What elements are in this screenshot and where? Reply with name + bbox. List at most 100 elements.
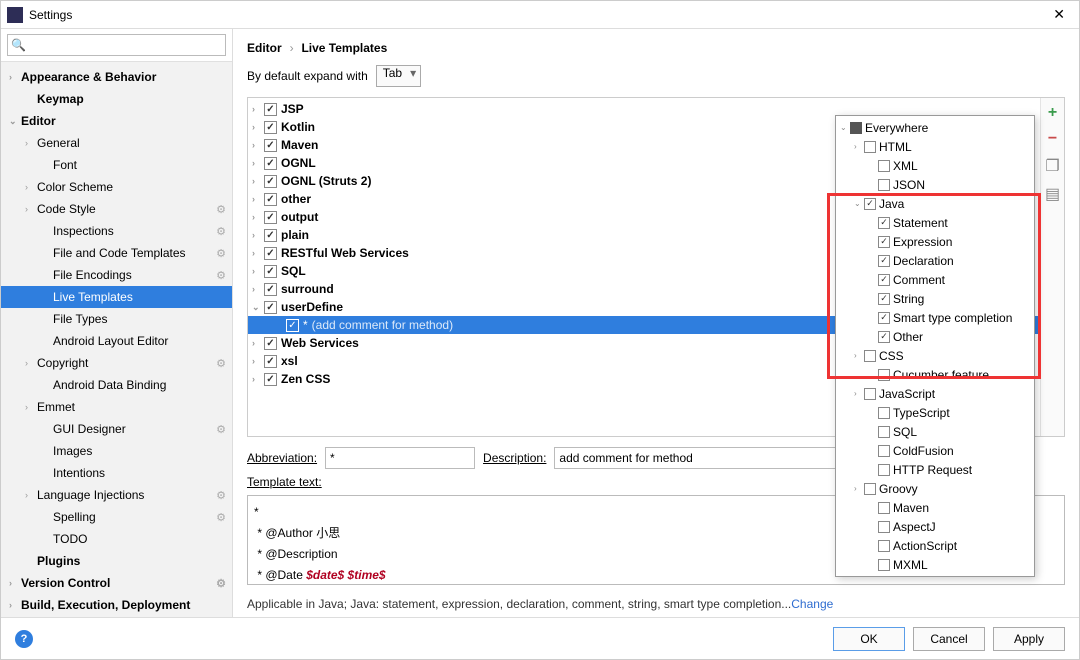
sidebar-item-code-style[interactable]: ›Code Style⚙ xyxy=(1,198,232,220)
add-icon[interactable]: + xyxy=(1048,104,1057,122)
apply-button[interactable]: Apply xyxy=(993,627,1065,651)
sidebar-item-images[interactable]: Images xyxy=(1,440,232,462)
checkbox[interactable] xyxy=(264,247,277,260)
checkbox[interactable] xyxy=(878,160,890,172)
checkbox[interactable] xyxy=(878,521,890,533)
duplicate-icon[interactable]: ▤ xyxy=(1045,184,1060,204)
expand-select[interactable]: Tab xyxy=(376,65,421,87)
sidebar-item-spelling[interactable]: Spelling⚙ xyxy=(1,506,232,528)
context-item-http-request[interactable]: HTTP Request xyxy=(836,460,1034,479)
checkbox[interactable] xyxy=(264,283,277,296)
sidebar-item-version-control[interactable]: ›Version Control⚙ xyxy=(1,572,232,594)
close-icon[interactable]: ✕ xyxy=(1045,6,1073,23)
help-icon[interactable]: ? xyxy=(15,630,33,648)
context-item-json[interactable]: JSON xyxy=(836,175,1034,194)
checkbox[interactable] xyxy=(264,175,277,188)
checkbox[interactable] xyxy=(264,139,277,152)
checkbox[interactable] xyxy=(878,445,890,457)
checkbox[interactable] xyxy=(878,540,890,552)
checkbox[interactable] xyxy=(878,369,890,381)
context-item-smart-type-completion[interactable]: Smart type completion xyxy=(836,308,1034,327)
checkbox[interactable] xyxy=(864,483,876,495)
checkbox[interactable] xyxy=(878,426,890,438)
sidebar-item-copyright[interactable]: ›Copyright⚙ xyxy=(1,352,232,374)
checkbox[interactable] xyxy=(878,502,890,514)
context-item-maven[interactable]: Maven xyxy=(836,498,1034,517)
copy-icon[interactable]: ❐ xyxy=(1045,156,1059,176)
context-item-actionscript[interactable]: ActionScript xyxy=(836,536,1034,555)
checkbox[interactable] xyxy=(264,265,277,278)
checkbox[interactable] xyxy=(878,255,890,267)
sidebar-item-file-encodings[interactable]: File Encodings⚙ xyxy=(1,264,232,286)
checkbox[interactable] xyxy=(264,229,277,242)
ok-button[interactable]: OK xyxy=(833,627,905,651)
checkbox[interactable] xyxy=(864,141,876,153)
checkbox[interactable] xyxy=(864,350,876,362)
context-item-java[interactable]: ⌄Java xyxy=(836,194,1034,213)
context-item-sql[interactable]: SQL xyxy=(836,422,1034,441)
context-item-typescript[interactable]: TypeScript xyxy=(836,403,1034,422)
sidebar-item-file-types[interactable]: File Types xyxy=(1,308,232,330)
sidebar-item-appearance-behavior[interactable]: ›Appearance & Behavior xyxy=(1,66,232,88)
context-item-xml[interactable]: XML xyxy=(836,156,1034,175)
checkbox[interactable] xyxy=(878,407,890,419)
checkbox[interactable] xyxy=(286,319,299,332)
checkbox[interactable] xyxy=(878,274,890,286)
sidebar-item-font[interactable]: Font xyxy=(1,154,232,176)
change-link[interactable]: Change xyxy=(791,597,833,611)
context-popup[interactable]: ⌄Everywhere›HTMLXMLJSON⌄JavaStatementExp… xyxy=(835,115,1035,577)
sidebar-item-inspections[interactable]: Inspections⚙ xyxy=(1,220,232,242)
checkbox[interactable] xyxy=(264,121,277,134)
checkbox[interactable] xyxy=(878,217,890,229)
context-item-aspectj[interactable]: AspectJ xyxy=(836,517,1034,536)
checkbox[interactable] xyxy=(878,179,890,191)
checkbox[interactable] xyxy=(264,373,277,386)
checkbox[interactable] xyxy=(850,122,862,134)
checkbox[interactable] xyxy=(264,157,277,170)
context-item-mxml[interactable]: MXML xyxy=(836,555,1034,574)
context-item-groovy[interactable]: ›Groovy xyxy=(836,479,1034,498)
context-item-statement[interactable]: Statement xyxy=(836,213,1034,232)
sidebar-item-intentions[interactable]: Intentions xyxy=(1,462,232,484)
sidebar-item-keymap[interactable]: Keymap xyxy=(1,88,232,110)
checkbox[interactable] xyxy=(878,331,890,343)
context-item-coldfusion[interactable]: ColdFusion xyxy=(836,441,1034,460)
sidebar-item-todo[interactable]: TODO xyxy=(1,528,232,550)
sidebar-item-emmet[interactable]: ›Emmet xyxy=(1,396,232,418)
context-item-other[interactable]: Other xyxy=(836,327,1034,346)
sidebar-item-general[interactable]: ›General xyxy=(1,132,232,154)
sidebar-item-build-execution-deployment[interactable]: ›Build, Execution, Deployment xyxy=(1,594,232,616)
sidebar-item-color-scheme[interactable]: ›Color Scheme xyxy=(1,176,232,198)
checkbox[interactable] xyxy=(878,293,890,305)
sidebar-item-live-templates[interactable]: Live Templates xyxy=(1,286,232,308)
context-item-declaration[interactable]: Declaration xyxy=(836,251,1034,270)
breadcrumb-parent[interactable]: Editor xyxy=(247,41,282,55)
context-item-expression[interactable]: Expression xyxy=(836,232,1034,251)
checkbox[interactable] xyxy=(864,198,876,210)
context-item-everywhere[interactable]: ⌄Everywhere xyxy=(836,118,1034,137)
sidebar-item-file-and-code-templates[interactable]: File and Code Templates⚙ xyxy=(1,242,232,264)
checkbox[interactable] xyxy=(264,103,277,116)
sidebar-item-language-injections[interactable]: ›Language Injections⚙ xyxy=(1,484,232,506)
sidebar-item-android-data-binding[interactable]: Android Data Binding xyxy=(1,374,232,396)
context-item-css[interactable]: ›CSS xyxy=(836,346,1034,365)
sidebar-item-editor[interactable]: ⌄Editor xyxy=(1,110,232,132)
checkbox[interactable] xyxy=(264,193,277,206)
sidebar-item-gui-designer[interactable]: GUI Designer⚙ xyxy=(1,418,232,440)
sidebar-item-android-layout-editor[interactable]: Android Layout Editor xyxy=(1,330,232,352)
search-input[interactable] xyxy=(7,34,226,56)
checkbox[interactable] xyxy=(878,312,890,324)
context-item-html[interactable]: ›HTML xyxy=(836,137,1034,156)
context-item-string[interactable]: String xyxy=(836,289,1034,308)
abbreviation-input[interactable] xyxy=(325,447,475,469)
checkbox[interactable] xyxy=(264,301,277,314)
checkbox[interactable] xyxy=(264,355,277,368)
checkbox[interactable] xyxy=(878,236,890,248)
checkbox[interactable] xyxy=(264,337,277,350)
checkbox[interactable] xyxy=(264,211,277,224)
remove-icon[interactable]: − xyxy=(1048,130,1057,148)
checkbox[interactable] xyxy=(878,559,890,571)
context-item-comment[interactable]: Comment xyxy=(836,270,1034,289)
checkbox[interactable] xyxy=(864,388,876,400)
cancel-button[interactable]: Cancel xyxy=(913,627,985,651)
